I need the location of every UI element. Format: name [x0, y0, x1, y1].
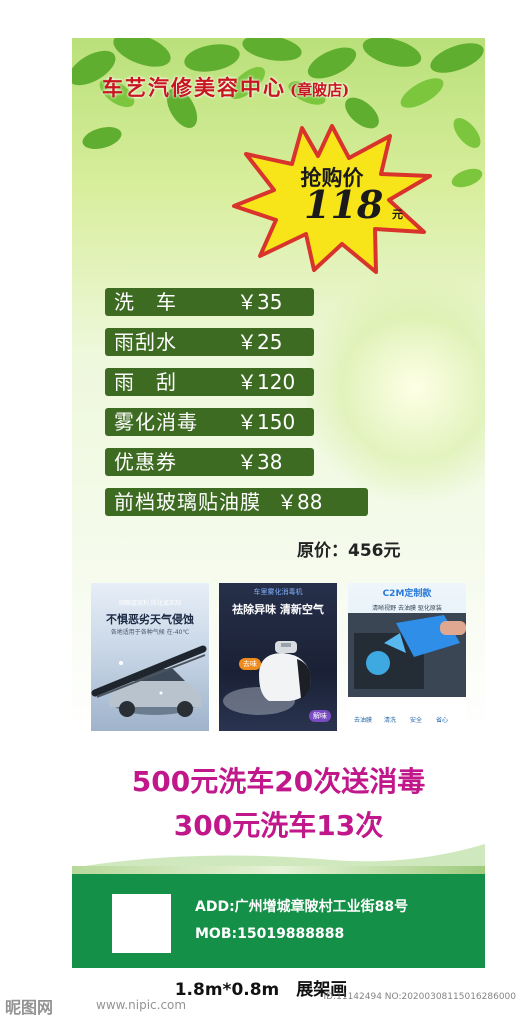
service-name: 雨 刮: [114, 370, 177, 394]
feature-item: 清洗: [384, 717, 397, 724]
service-tag: 洗 车 ￥35: [105, 288, 314, 316]
feature-chip: 去味: [239, 658, 261, 670]
service-name: 前档玻璃贴油膜: [114, 490, 261, 514]
car-wiper-illustration: [91, 645, 207, 717]
feature-chip: 解味: [309, 710, 331, 722]
promo-line: 500元洗车20次送消毒: [131, 765, 426, 798]
qr-code-placeholder: [112, 894, 171, 953]
service-tag: 雨 刮 ￥120: [105, 368, 314, 396]
flash-price-value: 118: [304, 182, 384, 227]
watermark: 昵图网 www.nipic.com ID:11142494 NO:2020030…: [0, 990, 522, 1024]
title-branch: (章陂店): [290, 81, 350, 99]
feature-item: 省心: [436, 717, 449, 724]
service-name: 洗 车: [114, 290, 177, 314]
original-price: 原价：456元: [297, 541, 401, 561]
washer-fluid-illustration: [348, 613, 466, 731]
service-tag: 雾化消毒 ￥150: [105, 408, 314, 436]
service-price: ￥38: [237, 450, 283, 474]
title-main: 车艺汽修美容中心: [102, 75, 286, 100]
watermark-url: www.nipic.com: [96, 998, 187, 1012]
service-tag: 雨刮水 ￥25: [105, 328, 314, 356]
service-price: ￥35: [237, 290, 283, 314]
service-tag: 优惠券 ￥38: [105, 448, 314, 476]
service-name: 雨刮水: [114, 330, 177, 354]
shop-title: 车艺汽修美容中心 (章陂店): [102, 72, 349, 102]
light-glow: [305, 268, 485, 508]
washer-fluid-photo: C2M定制款 清晰视野 去油膜 驱化原装 去油膜 清洗 安全 省心: [348, 583, 466, 731]
flash-price-burst: 抢购价 118 元: [232, 124, 432, 274]
service-name: 雾化消毒: [114, 410, 198, 434]
flash-price-unit: 元: [392, 208, 403, 221]
service-name: 优惠券: [114, 450, 177, 474]
service-tag: 前档玻璃贴油膜 ￥88: [105, 488, 368, 516]
feature-item: 去油膜: [354, 717, 373, 724]
service-price: ￥150: [237, 410, 296, 434]
feature-item: 安全: [410, 717, 423, 724]
wiper-blade-photo: 刚眼道安利 防化道灰刮 不惧恶劣天气侵蚀 各地适用于各种气候 在-40℃: [91, 583, 209, 731]
poster: 车艺汽修美容中心 (章陂店) 抢购价 118 元 洗 车 ￥35 雨刮水 ￥25 …: [72, 38, 485, 968]
mobile-text: MOB:15019888888: [195, 926, 345, 942]
disinfection-machine-photo: 车里雾化消毒机 祛除异味 清新空气 去味 解味: [219, 583, 337, 731]
service-price: ￥25: [237, 330, 283, 354]
contact-footer: ADD:广州增城章陂村工业街88号 MOB:15019888888: [72, 874, 485, 968]
address-text: ADD:广州增城章陂村工业街88号: [195, 899, 409, 915]
service-price: ￥120: [237, 370, 296, 394]
watermark-id: ID:11142494 NO:20200308115016286000: [323, 992, 517, 1002]
service-price: ￥88: [277, 490, 323, 514]
fogger-illustration: [223, 641, 311, 715]
watermark-logo: 昵图网: [5, 998, 54, 1017]
